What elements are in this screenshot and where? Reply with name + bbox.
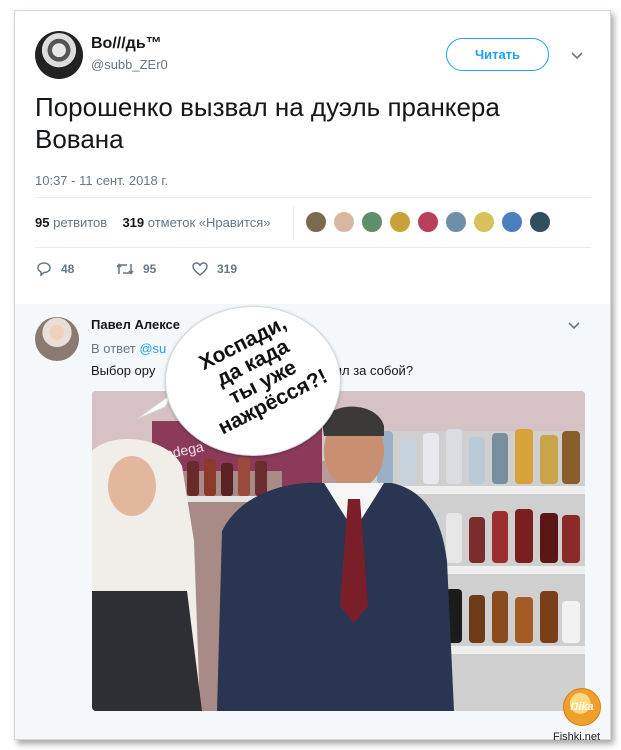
watermark-site: Fishki.net (553, 731, 601, 743)
reply-author-name[interactable]: Павел Алексе (91, 317, 180, 332)
tweet-card: Во///дь™ @subb_ZEr0 Читать Порошенко выз… (14, 10, 611, 740)
likes-count[interactable]: 319 (122, 215, 144, 230)
reply-icon (37, 262, 51, 277)
like-icon (192, 262, 208, 276)
store-photo: Bodega (92, 391, 585, 711)
liker-avatar[interactable] (361, 211, 383, 233)
author-handle[interactable]: @subb_ZEr0 (91, 57, 168, 72)
divider (35, 247, 591, 248)
follow-button[interactable]: Читать (446, 38, 549, 71)
retweets-label[interactable]: ретвитов (53, 215, 107, 230)
divider (293, 206, 294, 240)
retweet-count: 95 (143, 262, 157, 276)
retweet-icon (116, 263, 134, 275)
retweets-count[interactable]: 95 (35, 215, 49, 230)
like-action[interactable]: 319 (191, 261, 237, 277)
reply-action[interactable]: 48 (35, 261, 74, 277)
watermark-logo: Ŋika (563, 688, 601, 726)
liker-avatar[interactable] (333, 211, 355, 233)
reply-count: 48 (61, 262, 75, 276)
retweet-action[interactable]: 95 (115, 261, 156, 277)
reply-avatar[interactable] (35, 317, 79, 361)
author-name[interactable]: Во///дь™ (91, 35, 162, 53)
avatar[interactable] (35, 31, 83, 79)
liker-avatar[interactable] (445, 211, 467, 233)
liker-avatar[interactable] (473, 211, 495, 233)
liker-avatars (303, 209, 575, 237)
attached-photo[interactable]: Bodega (92, 391, 585, 711)
engagement-stats: 95 ретвитов 319 отметок «Нравится» (35, 215, 271, 230)
like-count: 319 (217, 262, 238, 276)
tweet-text: Порошенко вызвал на дуэль пранкера Вован… (35, 92, 500, 154)
chevron-down-icon[interactable] (570, 49, 584, 63)
liker-avatar[interactable] (417, 211, 439, 233)
reply-handle-link[interactable]: @su (139, 341, 166, 356)
likes-label[interactable]: отметок «Нравится» (148, 215, 271, 230)
divider (35, 197, 591, 198)
liker-avatar[interactable] (529, 211, 551, 233)
chevron-down-icon[interactable] (567, 319, 581, 333)
reply-prefix: В ответ (91, 341, 136, 356)
reply-context: В ответ @su (91, 341, 166, 356)
reply-text-start: Выбор ору (91, 363, 156, 378)
liker-avatar[interactable] (389, 211, 411, 233)
tweet-timestamp[interactable]: 10:37 - 11 сент. 2018 г. (35, 173, 168, 188)
liker-avatar[interactable] (501, 211, 523, 233)
liker-avatar[interactable] (305, 211, 327, 233)
